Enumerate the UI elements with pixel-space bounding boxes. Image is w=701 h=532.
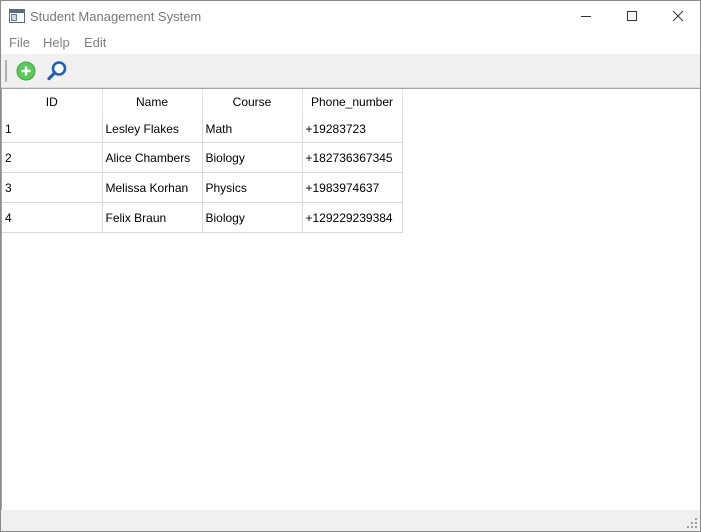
maximize-button[interactable] bbox=[609, 1, 655, 31]
cell-name[interactable]: Lesley Flakes bbox=[102, 115, 203, 143]
menu-file[interactable]: File bbox=[9, 35, 30, 50]
cell-phone-number[interactable]: +19283723 bbox=[302, 115, 403, 143]
toolbar-grip-handle[interactable] bbox=[5, 60, 7, 82]
cell-phone-number[interactable]: +129229239384 bbox=[302, 202, 403, 233]
menu-edit[interactable]: Edit bbox=[84, 35, 106, 50]
cell-id[interactable]: 1 bbox=[2, 115, 103, 143]
close-icon bbox=[672, 10, 684, 22]
minimize-icon bbox=[581, 16, 591, 17]
cell-id[interactable]: 2 bbox=[2, 142, 103, 173]
cell-course[interactable]: Physics bbox=[202, 172, 303, 203]
cell-phone-number[interactable]: +182736367345 bbox=[302, 142, 403, 173]
cell-id[interactable]: 3 bbox=[2, 172, 103, 203]
maximize-icon bbox=[627, 11, 637, 21]
cell-name[interactable]: Felix Braun bbox=[102, 202, 203, 233]
main-window: Student Management System File Help Edit bbox=[0, 0, 701, 532]
title-bar[interactable]: Student Management System bbox=[1, 1, 700, 31]
column-header-id[interactable]: ID bbox=[2, 89, 103, 115]
add-student-button[interactable] bbox=[14, 59, 38, 83]
student-table: ID Name Course Phone_number 1 Lesley Fla… bbox=[2, 89, 403, 233]
cell-course[interactable]: Math bbox=[202, 115, 303, 143]
cell-id[interactable]: 4 bbox=[2, 202, 103, 233]
table-row[interactable]: 2 Alice Chambers Biology +182736367345 bbox=[2, 142, 403, 173]
resize-grip-icon[interactable] bbox=[687, 518, 697, 528]
table-row[interactable]: 4 Felix Braun Biology +129229239384 bbox=[2, 202, 403, 233]
student-table-view[interactable]: ID Name Course Phone_number 1 Lesley Fla… bbox=[1, 88, 700, 511]
cell-name[interactable]: Alice Chambers bbox=[102, 142, 203, 173]
table-row[interactable]: 3 Melissa Korhan Physics +1983974637 bbox=[2, 172, 403, 203]
close-button[interactable] bbox=[655, 1, 700, 31]
status-bar bbox=[1, 510, 700, 531]
column-header-phone-number[interactable]: Phone_number bbox=[302, 89, 403, 115]
table-header-row: ID Name Course Phone_number bbox=[2, 89, 403, 115]
toolbar bbox=[1, 54, 700, 88]
search-icon bbox=[47, 61, 67, 81]
cell-phone-number[interactable]: +1983974637 bbox=[302, 172, 403, 203]
column-header-course[interactable]: Course bbox=[202, 89, 303, 115]
cell-name[interactable]: Melissa Korhan bbox=[102, 172, 203, 203]
cell-course[interactable]: Biology bbox=[202, 202, 303, 233]
app-window-icon bbox=[9, 9, 25, 23]
cell-course[interactable]: Biology bbox=[202, 142, 303, 173]
add-icon bbox=[16, 61, 36, 81]
column-header-name[interactable]: Name bbox=[102, 89, 203, 115]
minimize-button[interactable] bbox=[563, 1, 609, 31]
search-student-button[interactable] bbox=[45, 59, 69, 83]
menu-bar: File Help Edit bbox=[1, 31, 700, 53]
window-title: Student Management System bbox=[30, 9, 202, 24]
menu-help[interactable]: Help bbox=[43, 35, 70, 50]
table-row[interactable]: 1 Lesley Flakes Math +19283723 bbox=[2, 115, 403, 143]
